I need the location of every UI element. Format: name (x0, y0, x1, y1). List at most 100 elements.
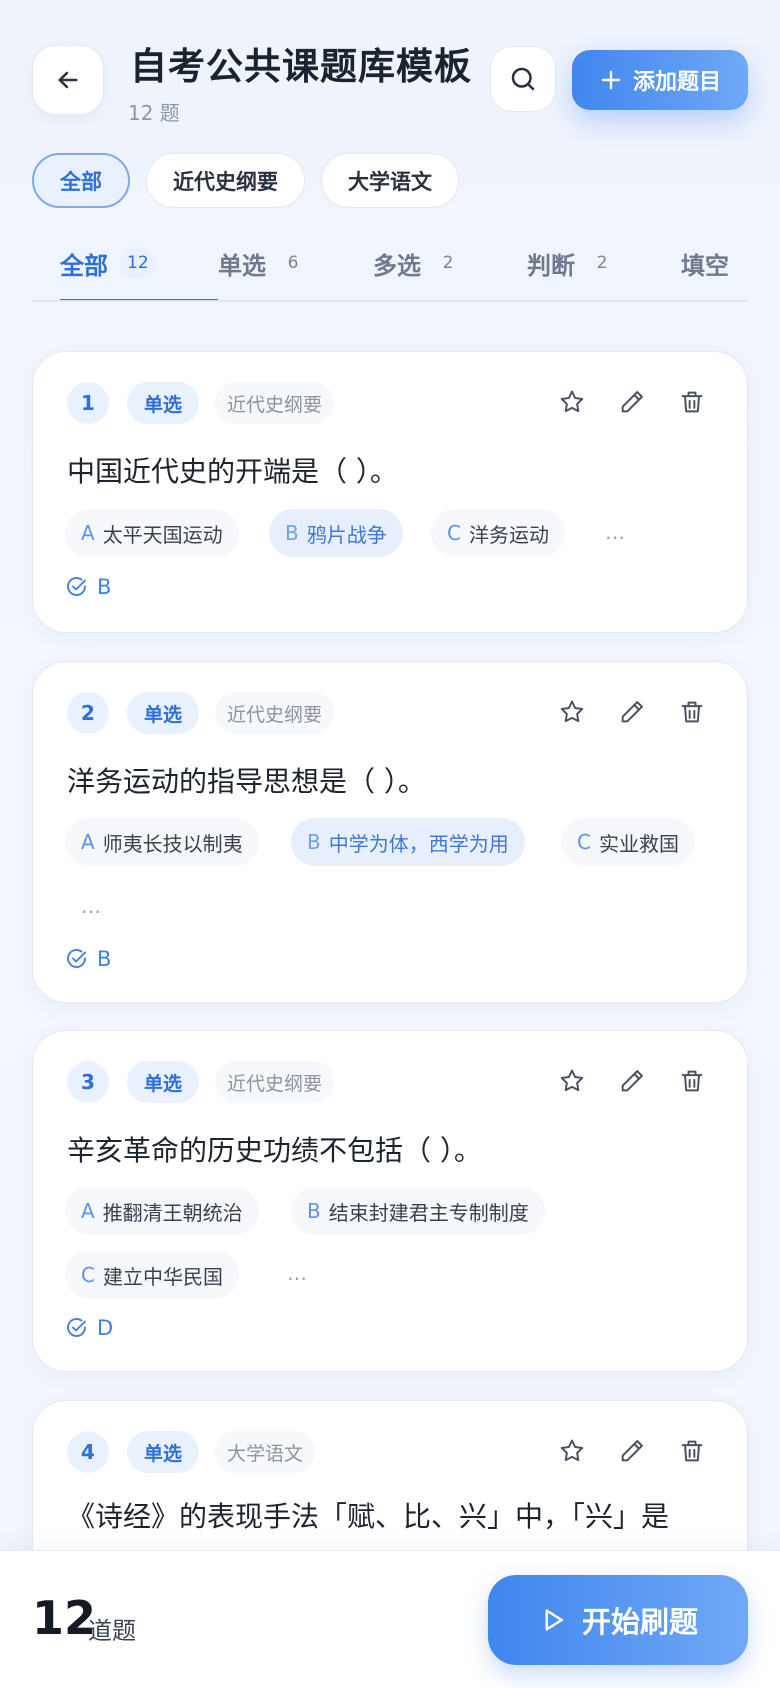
option-letter: B (285, 521, 299, 545)
search-button[interactable] (490, 46, 556, 112)
question-type-tag: 单选 (127, 692, 200, 734)
edit-button[interactable] (615, 1434, 649, 1468)
subject-tag: 近代史纲要 (215, 382, 335, 424)
question-text: 辛亥革命的历史功绩不包括（ ）。 (67, 1134, 482, 1167)
tab-label: 判断 (527, 252, 575, 280)
play-icon (545, 1609, 563, 1631)
question-text: 《诗经》的表现手法「赋、比、兴」中，「兴」是 (67, 1500, 670, 1533)
pencil-icon (621, 391, 643, 413)
add-question-button[interactable]: 添加题目 (572, 50, 748, 110)
favorite-button[interactable] (555, 1064, 589, 1098)
question-card[interactable]: 2 单选 近代史纲要 洋务运动的指导思想是（ ）。 A 师夷长技以制夷 B 中学… (32, 661, 748, 1003)
question-card[interactable]: 1 单选 近代史纲要 中国近代史的开端是（ ）。 A 太平天国运动 B 鸦片战争… (32, 351, 748, 633)
chip-modern-history[interactable]: 近代史纲要 (146, 153, 305, 208)
answer-value: B (97, 575, 112, 599)
card-actions (555, 695, 709, 729)
more-options: … (605, 520, 626, 544)
star-icon (560, 1439, 584, 1462)
question-text: 中国近代史的开端是（ ）。 (67, 455, 398, 488)
tab-true-false[interactable]: 判断 2 (527, 228, 617, 300)
type-tabs: 全部 12 单选 6 多选 2 判断 2 填空 (32, 228, 748, 302)
tab-all[interactable]: 全部 12 (60, 228, 218, 300)
trash-icon (681, 701, 703, 723)
check-circle-icon (67, 577, 86, 596)
option-text: 洋务运动 (468, 522, 549, 547)
subject-tag: 近代史纲要 (215, 1061, 335, 1103)
option-text: 鸦片战争 (306, 522, 387, 547)
pencil-icon (621, 1070, 643, 1092)
option-b: B 鸦片战争 (269, 509, 403, 557)
answer: D (65, 1316, 113, 1340)
chip-college-chinese[interactable]: 大学语文 (321, 153, 459, 208)
option-text: 实业救国 (598, 831, 679, 856)
start-practice-button[interactable]: 开始刷题 (488, 1575, 748, 1665)
option-c: C 建立中华民国 (65, 1251, 239, 1299)
bottom-bar: 12 道题 开始刷题 (0, 1550, 780, 1688)
tab-label: 全部 (60, 252, 108, 280)
check-circle-icon (67, 949, 86, 968)
option-letter: B (307, 830, 321, 854)
tab-label: 单选 (218, 252, 266, 280)
option-letter: C (81, 1263, 95, 1287)
question-type-tag: 单选 (127, 1061, 200, 1103)
card-actions (555, 1064, 709, 1098)
tab-label: 多选 (373, 252, 421, 280)
option-a: A 推翻清王朝统治 (65, 1187, 259, 1235)
star-icon (560, 390, 584, 413)
favorite-button[interactable] (555, 385, 589, 419)
question-type-tag: 单选 (127, 1431, 200, 1473)
option-text: 太平天国运动 (102, 522, 223, 547)
option-letter: A (81, 521, 95, 545)
arrow-left-icon (58, 71, 78, 89)
option-letter: B (307, 1199, 321, 1223)
tab-single-choice[interactable]: 单选 6 (218, 228, 308, 300)
option-a: A 师夷长技以制夷 (65, 818, 259, 866)
question-number: 1 (67, 382, 109, 424)
option-text: 结束封建君主专制制度 (328, 1200, 529, 1225)
more-options: … (287, 1261, 308, 1285)
option-c: C 洋务运动 (431, 509, 565, 557)
star-icon (560, 700, 584, 723)
chip-all[interactable]: 全部 (32, 153, 130, 208)
option-a: A 太平天国运动 (65, 509, 239, 557)
edit-button[interactable] (615, 695, 649, 729)
edit-button[interactable] (615, 385, 649, 419)
answer: B (65, 947, 111, 971)
star-icon (560, 1069, 584, 1092)
card-actions (555, 1434, 709, 1468)
pencil-icon (621, 1440, 643, 1462)
back-button[interactable] (32, 45, 104, 115)
search-icon (511, 67, 535, 91)
subject-tag: 近代史纲要 (215, 692, 335, 734)
answer-value: B (97, 947, 112, 971)
delete-button[interactable] (675, 385, 709, 419)
total-count: 12 (32, 1591, 97, 1645)
delete-button[interactable] (675, 1434, 709, 1468)
question-text: 洋务运动的指导思想是（ ）。 (67, 765, 426, 798)
tab-fill-blank[interactable]: 填空 (681, 228, 729, 300)
option-text: 师夷长技以制夷 (102, 831, 243, 856)
option-b: B 结束封建君主专制制度 (291, 1187, 545, 1235)
delete-button[interactable] (675, 1064, 709, 1098)
add-question-label: 添加题目 (632, 70, 721, 95)
option-letter: A (81, 1199, 95, 1223)
favorite-button[interactable] (555, 695, 589, 729)
question-card[interactable]: 3 单选 近代史纲要 辛亥革命的历史功绩不包括（ ）。 A 推翻清王朝统治 B … (32, 1030, 748, 1372)
answer-value: D (97, 1316, 114, 1340)
tab-count: 6 (278, 248, 308, 278)
page-title: 自考公共课题库模板 (130, 45, 472, 88)
tab-count: 12 (120, 248, 156, 278)
edit-button[interactable] (615, 1064, 649, 1098)
more-options: … (81, 894, 102, 918)
favorite-button[interactable] (555, 1434, 589, 1468)
option-letter: C (577, 830, 591, 854)
option-b: B 中学为体，西学为用 (291, 818, 525, 866)
answer: B (65, 575, 111, 599)
tab-multiple-choice[interactable]: 多选 2 (373, 228, 463, 300)
option-text: 中学为体，西学为用 (328, 831, 509, 856)
question-number: 4 (67, 1431, 109, 1473)
trash-icon (681, 391, 703, 413)
trash-icon (681, 1070, 703, 1092)
delete-button[interactable] (675, 695, 709, 729)
question-number: 2 (67, 692, 109, 734)
